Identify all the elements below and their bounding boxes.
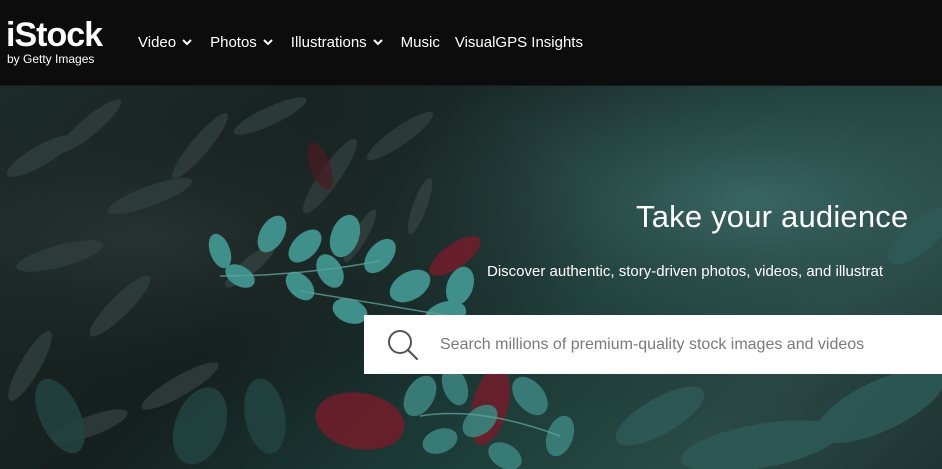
hero-banner: Take your audience Discover authentic, s… [0,86,942,469]
hero-title: Take your audience [636,199,909,234]
logo-tagline: by Getty Images [7,52,95,66]
logo-wordmark: iStock [6,16,103,54]
istock-logo[interactable]: iStock by Getty Images [6,16,118,70]
nav-item-label: VisualGPS Insights [454,33,583,51]
hero-subtitle: Discover authentic, story-driven photos,… [487,263,884,280]
nav-item-visualgps-insights[interactable]: VisualGPS Insights [455,34,583,53]
search-input[interactable] [440,315,940,374]
nav-item-label: Illustrations [290,33,367,51]
nav-item-label: Music [400,33,440,51]
search-icon[interactable] [386,328,420,362]
chevron-down-icon [263,39,273,46]
nav-item-video[interactable]: Video [138,34,193,53]
chevron-down-icon [372,39,383,46]
nav-item-music[interactable]: Music [401,34,440,53]
search-bar [364,315,942,374]
page: iStock by Getty Images Video Photos Illu… [0,0,942,469]
nav-item-label: Photos [210,33,257,51]
nav-item-label: Video [138,33,177,51]
top-navigation-bar: iStock by Getty Images Video Photos Illu… [0,0,942,86]
main-nav: Video Photos Illustrations Music VisualG… [138,0,583,86]
chevron-down-icon [182,39,192,46]
nav-item-illustrations[interactable]: Illustrations [291,34,384,53]
nav-item-photos[interactable]: Photos [210,34,274,53]
